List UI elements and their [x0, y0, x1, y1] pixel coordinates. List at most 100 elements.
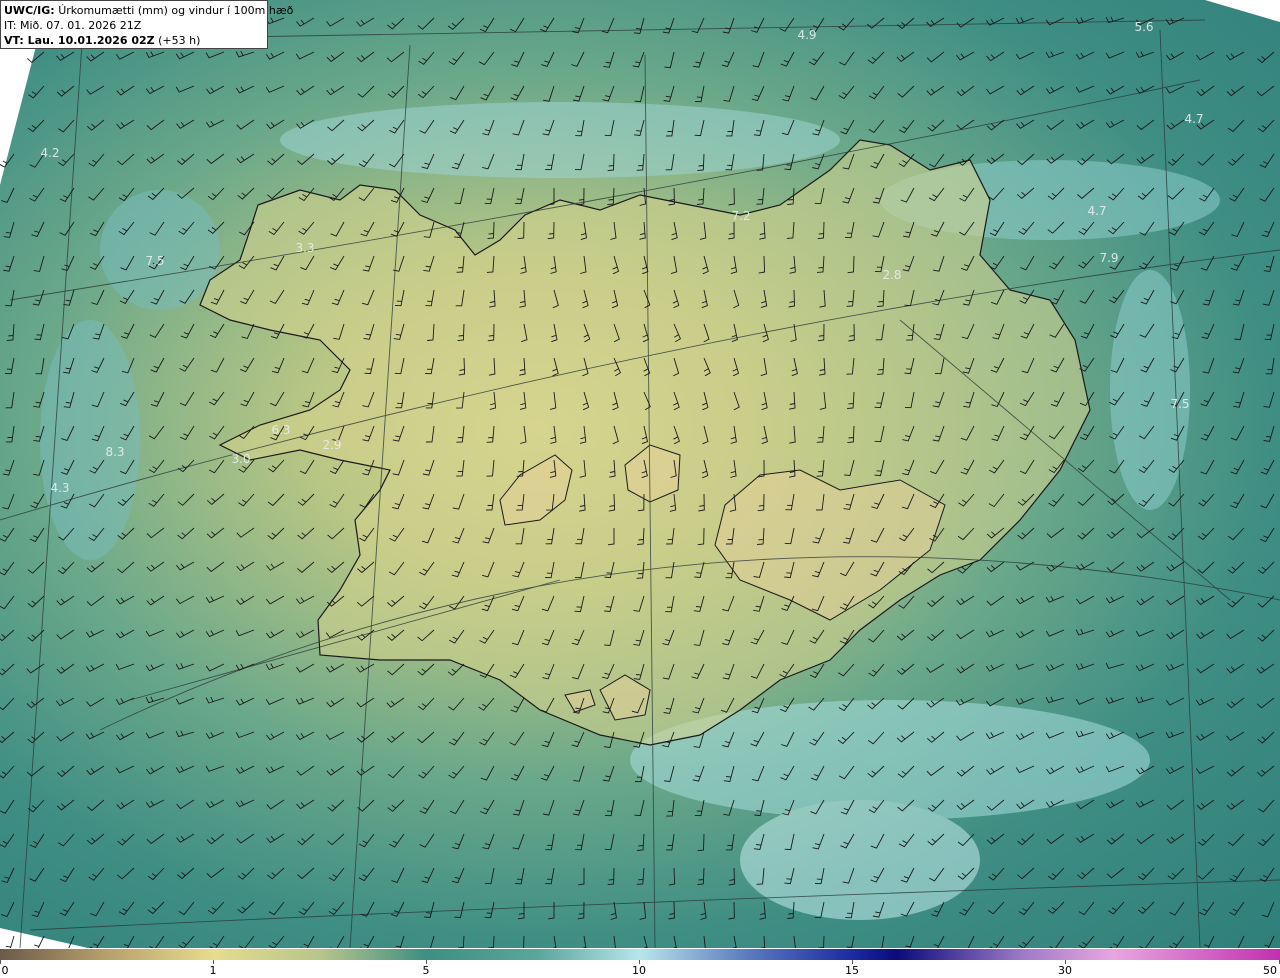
wind-barb: [1197, 867, 1215, 880]
wind-barb: [205, 731, 225, 739]
wind-barb: [326, 663, 345, 673]
wind-barb: [1200, 391, 1215, 407]
wind-barb: [147, 867, 165, 881]
wind-barb: [1106, 153, 1125, 165]
wind-barb: [793, 935, 796, 948]
wind-barb: [175, 51, 195, 60]
wind-barb: [240, 357, 255, 373]
wind-barb: [1195, 765, 1215, 774]
wind-barb: [1105, 697, 1125, 704]
wind-barb: [33, 255, 45, 272]
wind-barb: [5, 357, 15, 375]
wind-barb: [1078, 255, 1095, 269]
wind-barb: [1227, 119, 1245, 133]
wind-barb: [208, 459, 225, 474]
wind-barb: [1226, 629, 1245, 640]
wind-barb: [3, 255, 15, 272]
wind-barb: [1106, 867, 1125, 879]
wind-barb: [0, 799, 15, 814]
precipitation-colorbar: 0 1 5 10 15 30 50: [0, 948, 1280, 978]
wind-barb: [956, 663, 975, 674]
wind-barb: [573, 765, 585, 782]
wind-barb: [956, 17, 975, 28]
wind-barb: [176, 561, 195, 571]
wind-barb: [447, 663, 465, 676]
wind-barb: [1045, 17, 1065, 26]
wind-barb: [1196, 629, 1215, 640]
wind-barb: [1259, 527, 1275, 543]
wind-barb: [86, 561, 105, 573]
wind-barb: [235, 731, 255, 739]
wind-barb: [1259, 153, 1275, 168]
wind-barb: [27, 799, 45, 813]
wind-barb: [386, 731, 405, 743]
wind-barb: [725, 833, 735, 851]
wind-barb: [448, 697, 465, 711]
wind-barb: [1200, 255, 1215, 271]
initial-time: IT: Mið. 07. 01. 2026 21Z: [4, 19, 142, 32]
wind-barb: [812, 153, 825, 170]
wind-barb: [265, 51, 285, 60]
wind-barb: [28, 85, 45, 99]
wind-barb: [177, 493, 195, 506]
wind-barb: [115, 51, 135, 60]
wind-barb: [178, 901, 195, 916]
wind-barb: [179, 425, 195, 441]
wind-barb: [1227, 153, 1245, 166]
wind-barb: [1076, 799, 1095, 810]
wind-barb: [512, 799, 525, 816]
wind-barb: [298, 901, 315, 916]
wind-barb: [956, 85, 975, 97]
wind-barb: [1263, 255, 1275, 272]
wind-barb: [295, 731, 315, 741]
wind-barb: [241, 323, 255, 340]
wind-barb: [1230, 425, 1245, 441]
wind-barb: [236, 561, 255, 572]
colorbar-gradient: [0, 949, 1280, 960]
wind-barb: [85, 731, 105, 740]
wind-barb: [236, 153, 255, 164]
wind-barb: [1262, 289, 1275, 306]
wind-barb: [177, 867, 195, 880]
wind-barb: [927, 629, 945, 642]
wind-barb: [389, 833, 405, 848]
wind-barb: [543, 85, 555, 102]
wind-barb: [697, 867, 705, 886]
wind-barb: [175, 730, 195, 738]
wind-barb: [571, 51, 585, 67]
wind-barb: [959, 901, 975, 916]
wind-barb: [1016, 595, 1035, 605]
wind-barb: [89, 935, 105, 948]
wind-barb: [488, 935, 495, 948]
wind-barb: [1196, 85, 1215, 97]
wind-barb: [236, 595, 255, 605]
wind-barb: [1075, 663, 1095, 670]
wind-barb: [395, 935, 405, 948]
wind-barb: [205, 119, 225, 128]
wind-barb: [115, 663, 135, 671]
wind-barb: [387, 765, 405, 779]
wind-barb: [179, 357, 195, 372]
wind-barb: [175, 85, 195, 93]
colorbar-label: 30: [1058, 964, 1072, 977]
wind-barb: [610, 901, 617, 920]
wind-barb: [1045, 85, 1065, 94]
wind-barb: [1195, 697, 1215, 706]
wind-barb: [839, 51, 855, 66]
wind-barb: [206, 153, 225, 165]
wind-barb: [115, 765, 135, 774]
wind-barb: [56, 51, 75, 61]
wind-barb: [1259, 867, 1275, 882]
wind-barb: [1167, 867, 1185, 880]
wind-barb: [1137, 901, 1155, 914]
wind-barb: [517, 902, 525, 920]
wind-barb: [510, 85, 525, 101]
wind-barb: [1106, 561, 1125, 573]
wind-barb: [1257, 731, 1275, 744]
wind-barb: [30, 493, 45, 509]
wind-barb: [206, 527, 225, 539]
wind-barb: [295, 697, 315, 705]
wind-barb: [86, 697, 105, 707]
wind-barb: [1048, 493, 1065, 507]
wind-barb: [1047, 867, 1065, 881]
